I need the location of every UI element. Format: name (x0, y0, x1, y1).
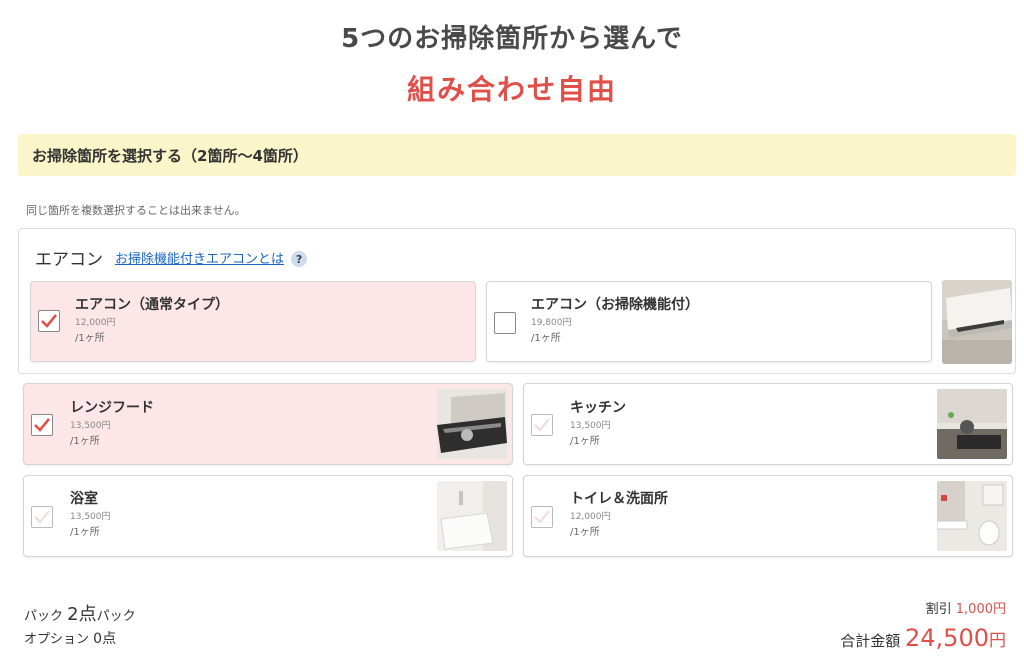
help-icon[interactable]: ? (291, 251, 308, 268)
option-unit: /1ヶ所 (570, 527, 600, 538)
pack-suffix: パック (96, 609, 136, 624)
option-price: 13,500円 (570, 421, 611, 431)
check-icon (41, 314, 58, 328)
aircon-info-link[interactable]: お掃除機能付きエアコンとは (115, 252, 284, 267)
pack-label: パック (24, 609, 64, 624)
check-placeholder-icon (534, 510, 550, 524)
option-unit: /1ヶ所 (570, 436, 600, 447)
toilet-photo (937, 481, 1007, 551)
checkbox-unchecked[interactable] (494, 312, 516, 334)
option-name: エアコン（通常タイプ） (75, 297, 229, 313)
discount-summary: 割引 1,000円 (926, 598, 1006, 617)
checkbox-checked[interactable] (31, 414, 53, 436)
option-name: エアコン（お掃除機能付） (531, 297, 699, 313)
option-label: オプション (24, 632, 90, 647)
option-aircon-self-cleaning[interactable]: エアコン（お掃除機能付） 19,800円 /1ヶ所 (486, 281, 932, 362)
aircon-label: エアコン (35, 250, 103, 270)
aircon-group: エアコン お掃除機能付きエアコンとは ? エアコン（通常タイプ） 12,000円… (18, 228, 1016, 374)
selection-note: 同じ箇所を複数選択することは出来ません。 (26, 204, 246, 217)
pack-count: 2点 (67, 604, 97, 625)
checkbox-checked[interactable] (38, 310, 60, 332)
option-range-hood[interactable]: レンジフード 13,500円 /1ヶ所 (23, 383, 513, 465)
aircon-header: エアコン お掃除機能付きエアコンとは ? (35, 245, 308, 270)
bathroom-photo (437, 481, 507, 551)
option-count: 0点 (93, 631, 117, 647)
option-bathroom[interactable]: 浴室 13,500円 /1ヶ所 (23, 475, 513, 557)
option-unit: /1ヶ所 (75, 333, 105, 344)
aircon-photo (942, 280, 1012, 364)
option-unit: /1ヶ所 (531, 333, 561, 344)
checkbox-unchecked[interactable] (531, 506, 553, 528)
pack-summary: パック 2点パック (24, 600, 136, 626)
total-label: 合計金額 (840, 632, 901, 650)
checkbox-unchecked[interactable] (531, 414, 553, 436)
option-name: トイレ＆洗面所 (570, 491, 668, 507)
kitchen-photo (937, 389, 1007, 459)
option-price: 19,800円 (531, 318, 572, 328)
discount-value: 1,000円 (955, 602, 1006, 617)
check-placeholder-icon (34, 510, 50, 524)
option-name: 浴室 (70, 491, 98, 507)
page-title: 5つのお掃除箇所から選んで (341, 24, 683, 54)
option-toilet-washroom[interactable]: トイレ＆洗面所 12,000円 /1ヶ所 (523, 475, 1013, 557)
option-summary: オプション 0点 (24, 628, 116, 648)
range-hood-photo (437, 389, 507, 459)
option-unit: /1ヶ所 (70, 527, 100, 538)
option-unit: /1ヶ所 (70, 436, 100, 447)
option-kitchen[interactable]: キッチン 13,500円 /1ヶ所 (523, 383, 1013, 465)
section-label: お掃除箇所を選択する（2箇所〜4箇所） (32, 146, 308, 165)
discount-label: 割引 (925, 602, 952, 617)
option-price: 13,500円 (70, 421, 111, 431)
option-name: キッチン (570, 400, 626, 416)
check-icon (34, 418, 51, 432)
section-header: お掃除箇所を選択する（2箇所〜4箇所） (18, 134, 1016, 176)
page-subtitle: 組み合わせ自由 (406, 73, 617, 106)
option-name: レンジフード (70, 400, 154, 416)
option-price: 12,000円 (75, 318, 116, 328)
total-unit: 円 (989, 631, 1006, 651)
option-aircon-normal[interactable]: エアコン（通常タイプ） 12,000円 /1ヶ所 (30, 281, 476, 362)
total-summary: 合計金額 24,500円 (840, 624, 1006, 652)
check-placeholder-icon (534, 418, 550, 432)
total-value: 24,500 (905, 624, 989, 652)
checkbox-unchecked[interactable] (31, 506, 53, 528)
option-price: 13,500円 (70, 512, 111, 522)
option-price: 12,000円 (570, 512, 611, 522)
